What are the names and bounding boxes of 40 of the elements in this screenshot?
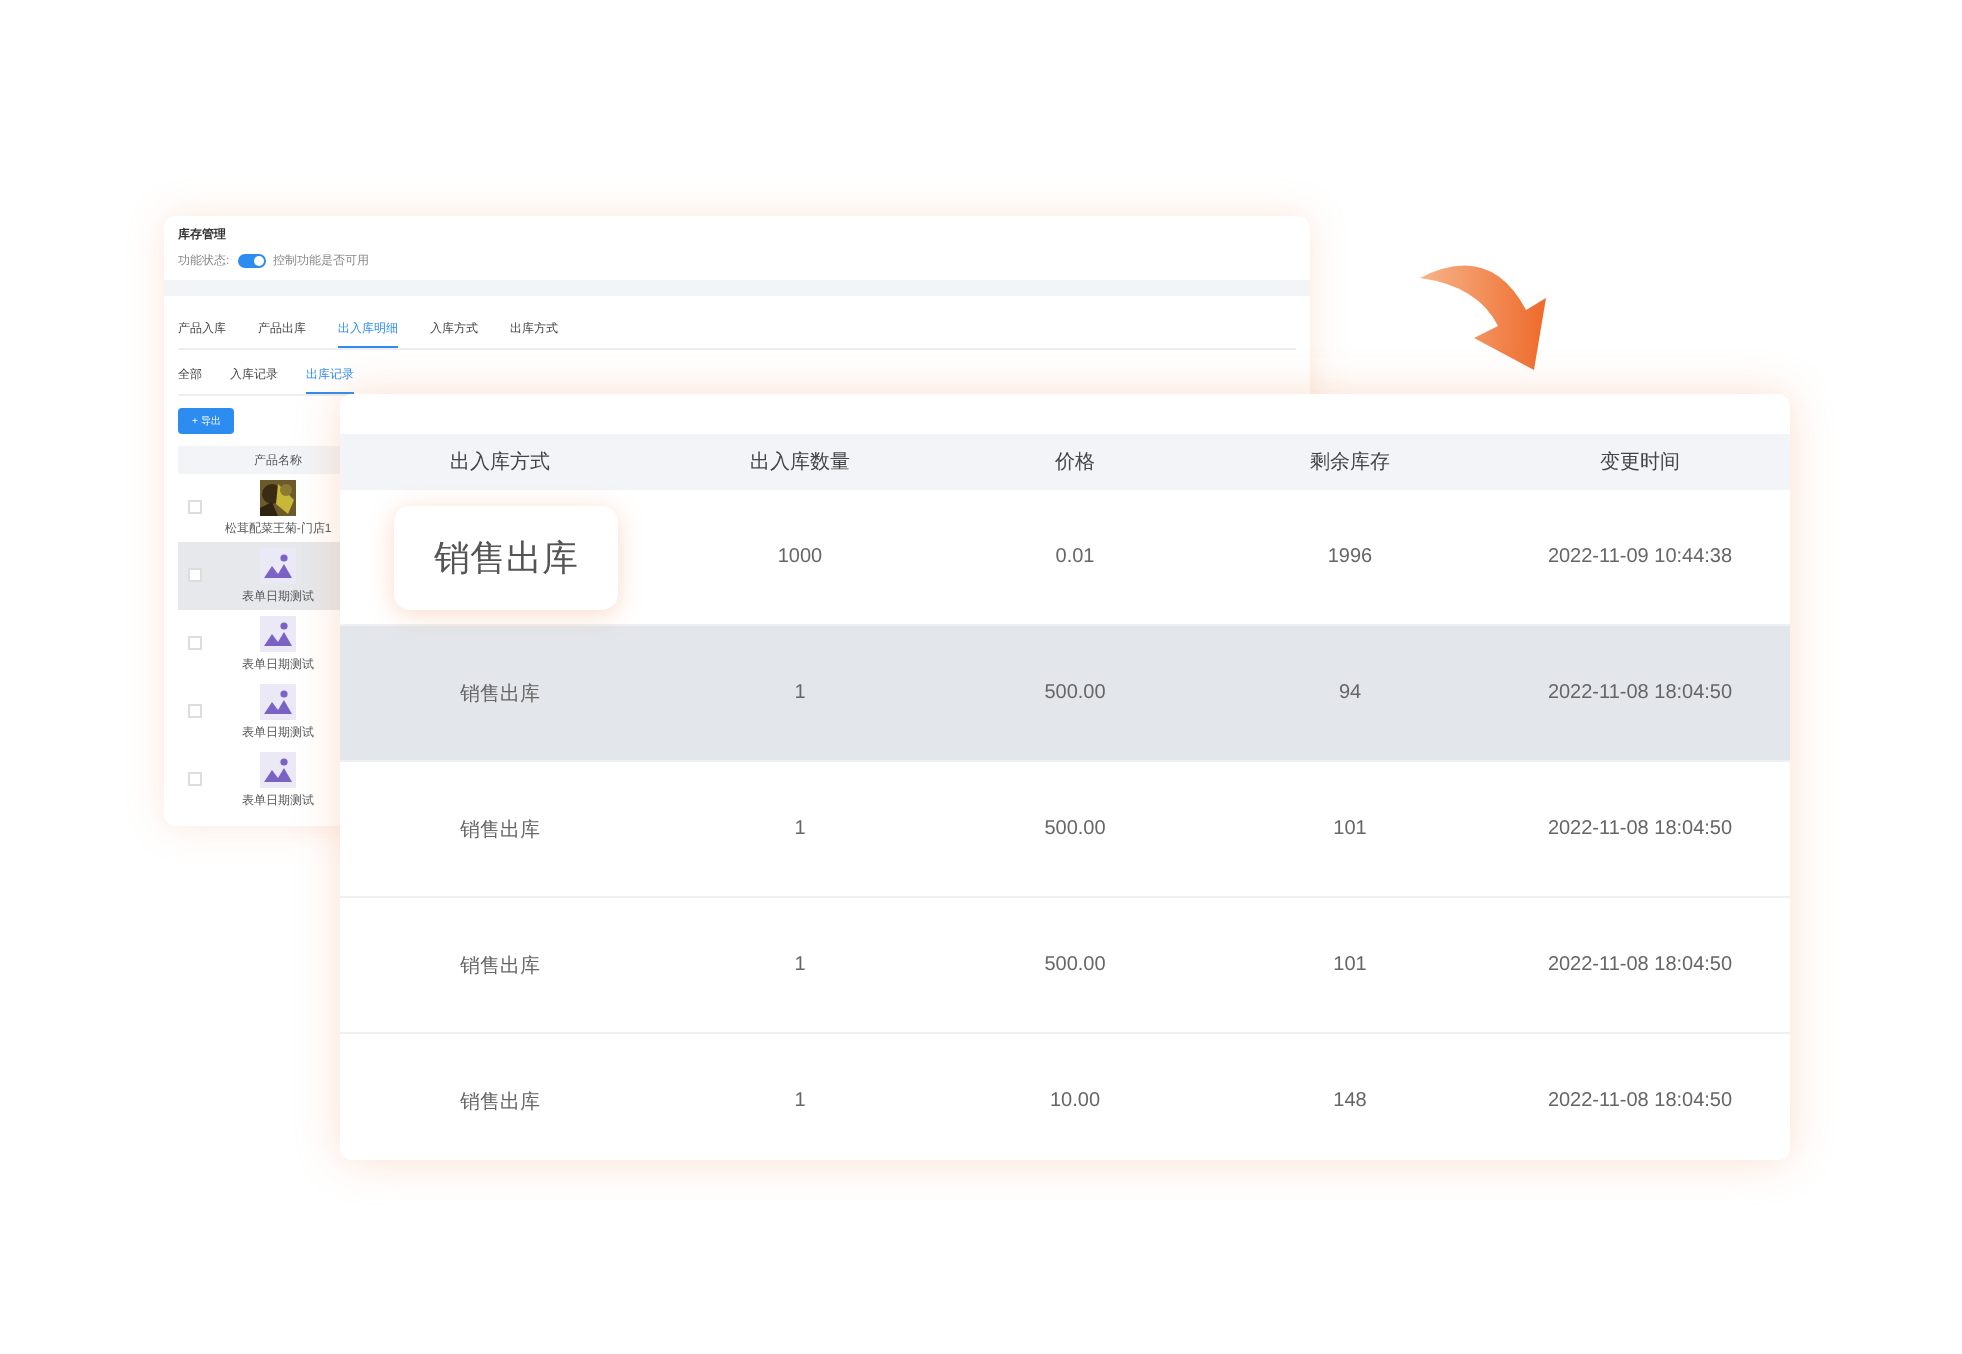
checkbox[interactable]: [188, 772, 202, 786]
table-cell-text: 2022-11-08 18:04:50: [1545, 818, 1735, 840]
image-icon: [260, 683, 296, 719]
checkbox[interactable]: [188, 636, 202, 650]
table-cell-text: 1: [792, 1090, 808, 1112]
column-header: 剩余库存: [1308, 449, 1392, 476]
table-cell-text: 销售出库: [458, 953, 542, 979]
table-cell-text: 1000: [775, 546, 825, 568]
table-cell-text: 0.01: [1053, 546, 1097, 568]
table-cell-text: 2022-11-08 18:04:50: [1545, 1090, 1735, 1112]
checkbox[interactable]: [188, 568, 202, 582]
table-cell-text: 1: [792, 954, 808, 976]
table-cell-text: 1: [792, 682, 808, 704]
column-header: 变更时间: [1598, 449, 1682, 476]
table-cell-text: 500.00: [1042, 954, 1108, 976]
table-cell-text: 10.00: [1047, 1090, 1103, 1112]
table-cell-text: 销售出库: [458, 681, 542, 707]
checkbox[interactable]: [188, 500, 202, 514]
table-cell-text: 500.00: [1042, 818, 1108, 840]
magnified-cell: 销售出库: [394, 505, 618, 609]
image-icon: [260, 751, 296, 787]
column-header: 出入库方式: [448, 449, 552, 476]
table-cell-text: 94: [1336, 682, 1364, 704]
table-cell-text: 2022-11-08 18:04:50: [1545, 954, 1735, 976]
table-cell-text: 101: [1331, 954, 1369, 976]
table-cell-text: 2022-11-09 10:44:38: [1545, 546, 1735, 568]
table-cell-text: 2022-11-08 18:04:50: [1545, 682, 1735, 704]
column-header: 出入库数量: [748, 449, 852, 476]
table-cell-text: 1: [792, 818, 808, 840]
column-header: 价格: [1053, 449, 1097, 476]
table-cell-text: 148: [1331, 1090, 1369, 1112]
toggle-switch[interactable]: [237, 254, 266, 268]
table-cell-text: 销售出库: [458, 1089, 542, 1115]
table-cell-text: 101: [1331, 818, 1369, 840]
table-cell-text: 500.00: [1042, 682, 1108, 704]
image-icon: [260, 547, 296, 583]
checkbox[interactable]: [188, 704, 202, 718]
table-cell-text: 销售出库: [458, 817, 542, 843]
image-icon: [260, 615, 296, 651]
table-cell-text: 1996: [1325, 546, 1375, 568]
